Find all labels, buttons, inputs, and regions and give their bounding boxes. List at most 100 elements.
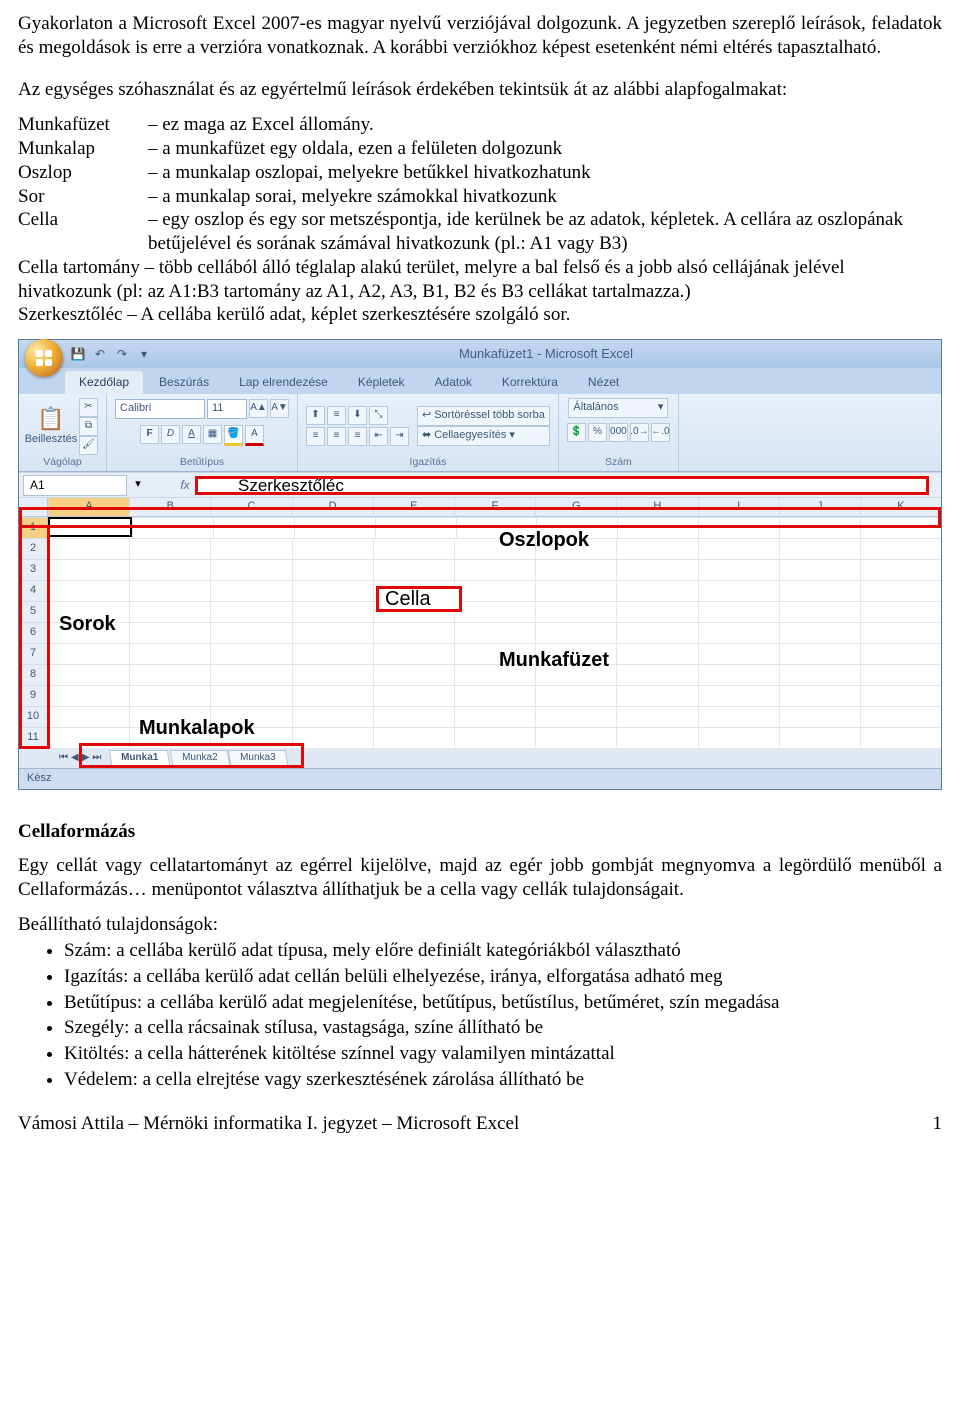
qat-dropdown-icon[interactable]: ▾ (135, 345, 153, 363)
page-footer: Vámosi Attila – Mérnöki informatika I. j… (18, 1112, 942, 1136)
list-item: Szegély: a cella rácsainak stílusa, vast… (64, 1016, 942, 1040)
ribbon-tabs: Kezdőlap Beszúrás Lap elrendezése Képlet… (19, 368, 941, 394)
fmt-lead: Beállítható tulajdonságok: (18, 913, 942, 937)
paste-label: Beillesztés (25, 433, 78, 447)
def-cella-range: Cella tartomány – több cellából álló tég… (18, 256, 942, 304)
formula-bar: A1 ▾ fx Szerkesztőléc (19, 472, 941, 498)
def-desc: – a munkalap sorai, melyekre számokkal h… (148, 185, 942, 209)
chevron-down-icon: ▾ (509, 429, 515, 443)
percent-icon[interactable]: % (588, 423, 607, 442)
shrink-font-icon[interactable]: A▼ (270, 399, 289, 418)
formatpaint-icon[interactable]: 🖌 (79, 436, 98, 455)
dec-decimal-icon[interactable]: ←.0 (651, 423, 670, 442)
align-bottom-icon[interactable]: ⬇ (348, 406, 367, 425)
formula-input[interactable]: Szerkesztőléc (195, 476, 929, 495)
thousand-icon[interactable]: 000 (609, 423, 628, 442)
highlight-column-headers (19, 507, 941, 528)
font-size-combo[interactable]: 11 (207, 399, 247, 419)
font-group-label: Betűtípus (180, 456, 224, 469)
font-color-icon[interactable]: A (245, 425, 264, 446)
label-sorok: Sorok (59, 612, 116, 637)
office-button[interactable] (25, 339, 63, 377)
redo-icon[interactable]: ↷ (113, 345, 131, 363)
group-alignment: ⬆ ≡ ⬇ ⤡ ≡ ≡ ≡ ⇤ ⇥ ↩Sortöréssel több sorb… (298, 394, 559, 471)
titlebar: 💾 ↶ ↷ ▾ Munkafüzet1 - Microsoft Excel (19, 340, 941, 368)
fx-icon[interactable]: fx (175, 478, 195, 493)
merge-button[interactable]: ⬌Cellaegyesítés▾ (417, 426, 550, 446)
highlight-sheet-tabs (79, 743, 304, 768)
tab-korrektura[interactable]: Korrektúra (488, 371, 572, 394)
align-top-icon[interactable]: ⬆ (306, 406, 325, 425)
border-icon[interactable]: ▦ (203, 425, 222, 444)
cut-icon[interactable]: ✂ (79, 398, 98, 417)
def-desc: – ez maga az Excel állomány. (148, 113, 942, 137)
fill-color-icon[interactable]: 🪣 (224, 425, 243, 446)
list-item: Igazítás: a cellába kerülő adat cellán b… (64, 965, 942, 989)
highlight-row-headers (19, 525, 50, 749)
underline-button[interactable]: A (182, 425, 201, 444)
formula-bar-label: Szerkesztőléc (238, 475, 344, 496)
status-text: Kész (27, 772, 51, 786)
def-desc: – egy oszlop és egy sor metszéspontja, i… (148, 208, 942, 256)
list-item: Védelem: a cella elrejtése vagy szerkesz… (64, 1068, 942, 1092)
chevron-down-icon: ▾ (658, 401, 664, 415)
align-center-icon[interactable]: ≡ (327, 427, 346, 446)
intro-p1: Gyakorlaton a Microsoft Excel 2007-es ma… (18, 12, 942, 60)
name-box[interactable]: A1 (23, 475, 127, 496)
wrap-text-button[interactable]: ↩Sortöréssel több sorba (417, 406, 550, 426)
list-item: Kitöltés: a cella hátterének kitöltése s… (64, 1042, 942, 1066)
tab-nav-prev-icon[interactable]: ◀ (71, 752, 79, 765)
def-term: Cella (18, 208, 148, 256)
intro-p2: Az egységes szóhasználat és az egyértelm… (18, 78, 942, 102)
currency-icon[interactable]: 💲 (567, 423, 586, 442)
orientation-icon[interactable]: ⤡ (369, 406, 388, 425)
footer-right: 1 (933, 1112, 943, 1136)
tab-kepletek[interactable]: Képletek (344, 371, 419, 394)
cells[interactable] (48, 517, 941, 748)
number-format-combo[interactable]: Általános▾ (568, 398, 668, 418)
group-clipboard: 📋 Beillesztés ✂ ⧉ 🖌 Vágólap (19, 394, 107, 471)
align-group-label: Igazítás (410, 456, 447, 469)
tab-kezdolap[interactable]: Kezdőlap (65, 371, 143, 394)
undo-icon[interactable]: ↶ (91, 345, 109, 363)
tab-beszuras[interactable]: Beszúrás (145, 371, 223, 394)
statusbar: Kész (19, 768, 941, 789)
highlight-cella: Cella (376, 586, 462, 612)
indent-inc-icon[interactable]: ⇥ (390, 427, 409, 446)
ribbon: 📋 Beillesztés ✂ ⧉ 🖌 Vágólap Calibri 11 A… (19, 394, 941, 472)
footer-left: Vámosi Attila – Mérnöki informatika I. j… (18, 1112, 519, 1136)
save-icon[interactable]: 💾 (69, 345, 87, 363)
font-name-combo[interactable]: Calibri (115, 399, 205, 419)
inc-decimal-icon[interactable]: .0→ (630, 423, 649, 442)
paste-icon: 📋 (37, 405, 64, 433)
grow-font-icon[interactable]: A▲ (249, 399, 268, 418)
tab-adatok[interactable]: Adatok (421, 371, 486, 394)
grid: 1 2 3 4 5 6 7 8 9 10 11 (19, 517, 941, 748)
def-term: Oszlop (18, 161, 148, 185)
tab-nav-first-icon[interactable]: ⏮ (59, 752, 68, 765)
section-head-cellaformazas: Cellaformázás (18, 820, 942, 844)
def-desc: – a munkafüzet egy oldala, ezen a felüle… (148, 137, 942, 161)
clipboard-group-label: Vágólap (43, 456, 82, 469)
bold-button[interactable]: F (140, 425, 159, 444)
definitions: Munkafüzet– ez maga az Excel állomány. M… (18, 113, 942, 327)
paste-button[interactable]: 📋 Beillesztés (27, 398, 75, 454)
def-szerkesztolec: Szerkesztőléc – A cellába kerülő adat, k… (18, 303, 942, 327)
wrap-icon: ↩ (422, 409, 431, 423)
tab-lap-elrendezese[interactable]: Lap elrendezése (225, 371, 342, 394)
tab-nezet[interactable]: Nézet (574, 371, 633, 394)
indent-dec-icon[interactable]: ⇤ (369, 427, 388, 446)
def-desc: – a munkalap oszlopai, melyekre betűkkel… (148, 161, 942, 185)
def-term: Munkalap (18, 137, 148, 161)
list-item: Betűtípus: a cellába kerülő adat megjele… (64, 991, 942, 1015)
align-left-icon[interactable]: ≡ (306, 427, 325, 446)
name-box-dropdown-icon[interactable]: ▾ (131, 478, 145, 492)
group-number: Általános▾ 💲 % 000 .0→ ←.0 Szám (559, 394, 679, 471)
italic-button[interactable]: D (161, 425, 180, 444)
copy-icon[interactable]: ⧉ (79, 417, 98, 436)
label-munkalapok: Munkalapok (139, 716, 255, 741)
align-right-icon[interactable]: ≡ (348, 427, 367, 446)
align-middle-icon[interactable]: ≡ (327, 406, 346, 425)
fmt-para: Egy cellát vagy cellatartományt az egérr… (18, 854, 942, 902)
merge-icon: ⬌ (422, 429, 431, 443)
